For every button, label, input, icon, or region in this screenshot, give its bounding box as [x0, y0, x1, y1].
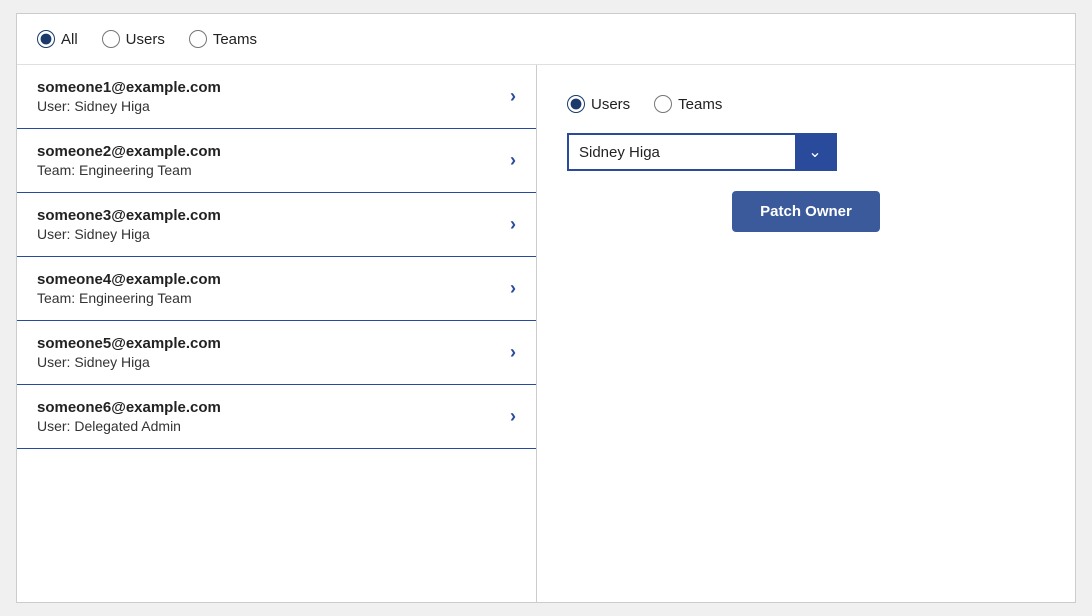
- filter-teams[interactable]: Teams: [189, 30, 257, 48]
- top-filter-bar: All Users Teams: [17, 14, 1075, 65]
- list-item[interactable]: someone6@example.com User: Delegated Adm…: [17, 385, 536, 449]
- right-filter-teams-label: Teams: [678, 96, 722, 113]
- list-item-sub: Team: Engineering Team: [37, 162, 221, 178]
- filter-all-label: All: [61, 31, 78, 48]
- main-container: All Users Teams someone1@example.com Use…: [16, 13, 1076, 603]
- list-item-text: someone3@example.com User: Sidney Higa: [37, 207, 221, 242]
- list-item-text: someone6@example.com User: Delegated Adm…: [37, 399, 221, 434]
- list-item[interactable]: someone2@example.com Team: Engineering T…: [17, 129, 536, 193]
- list-item-email: someone5@example.com: [37, 335, 221, 352]
- dropdown-row: Sidney Higa ⌄: [567, 133, 1045, 171]
- list-item-email: someone4@example.com: [37, 271, 221, 288]
- list-item[interactable]: someone3@example.com User: Sidney Higa ›: [17, 193, 536, 257]
- list-item-sub: User: Delegated Admin: [37, 418, 221, 434]
- content-area: someone1@example.com User: Sidney Higa ›…: [17, 65, 1075, 602]
- list-item-email: someone2@example.com: [37, 143, 221, 160]
- chevron-right-icon: ›: [510, 278, 516, 299]
- right-filter-users-radio[interactable]: [567, 95, 585, 113]
- filter-users-label: Users: [126, 31, 165, 48]
- list-item-sub: User: Sidney Higa: [37, 226, 221, 242]
- left-panel: someone1@example.com User: Sidney Higa ›…: [17, 65, 537, 602]
- chevron-down-icon: ⌄: [808, 142, 821, 162]
- filter-users-radio[interactable]: [102, 30, 120, 48]
- list-item-text: someone4@example.com Team: Engineering T…: [37, 271, 221, 306]
- chevron-right-icon: ›: [510, 86, 516, 107]
- list-item[interactable]: someone4@example.com Team: Engineering T…: [17, 257, 536, 321]
- list-item-text: someone2@example.com Team: Engineering T…: [37, 143, 221, 178]
- list-scroll[interactable]: someone1@example.com User: Sidney Higa ›…: [17, 65, 536, 602]
- list-item-email: someone6@example.com: [37, 399, 221, 416]
- list-item-text: someone5@example.com User: Sidney Higa: [37, 335, 221, 370]
- filter-teams-radio[interactable]: [189, 30, 207, 48]
- list-item-sub: User: Sidney Higa: [37, 98, 221, 114]
- list-item-email: someone1@example.com: [37, 79, 221, 96]
- list-item[interactable]: someone5@example.com User: Sidney Higa ›: [17, 321, 536, 385]
- list-item-sub: User: Sidney Higa: [37, 354, 221, 370]
- list-item-email: someone3@example.com: [37, 207, 221, 224]
- owner-dropdown[interactable]: Sidney Higa ⌄: [567, 133, 837, 171]
- chevron-right-icon: ›: [510, 406, 516, 427]
- chevron-right-icon: ›: [510, 150, 516, 171]
- list-item-sub: Team: Engineering Team: [37, 290, 221, 306]
- list-item-text: someone1@example.com User: Sidney Higa: [37, 79, 221, 114]
- filter-all-radio[interactable]: [37, 30, 55, 48]
- filter-teams-label: Teams: [213, 31, 257, 48]
- right-panel: Users Teams Sidney Higa ⌄ Patch Owner: [537, 65, 1075, 602]
- right-filter-users[interactable]: Users: [567, 95, 630, 113]
- right-filter-teams-radio[interactable]: [654, 95, 672, 113]
- chevron-right-icon: ›: [510, 214, 516, 235]
- dropdown-value: Sidney Higa: [569, 144, 795, 161]
- right-filter-teams[interactable]: Teams: [654, 95, 722, 113]
- chevron-right-icon: ›: [510, 342, 516, 363]
- filter-users[interactable]: Users: [102, 30, 165, 48]
- patch-owner-button[interactable]: Patch Owner: [732, 191, 880, 232]
- list-item[interactable]: someone1@example.com User: Sidney Higa ›: [17, 65, 536, 129]
- right-radio-group: Users Teams: [567, 95, 1045, 113]
- right-filter-users-label: Users: [591, 96, 630, 113]
- dropdown-toggle-button[interactable]: ⌄: [795, 133, 835, 171]
- filter-all[interactable]: All: [37, 30, 78, 48]
